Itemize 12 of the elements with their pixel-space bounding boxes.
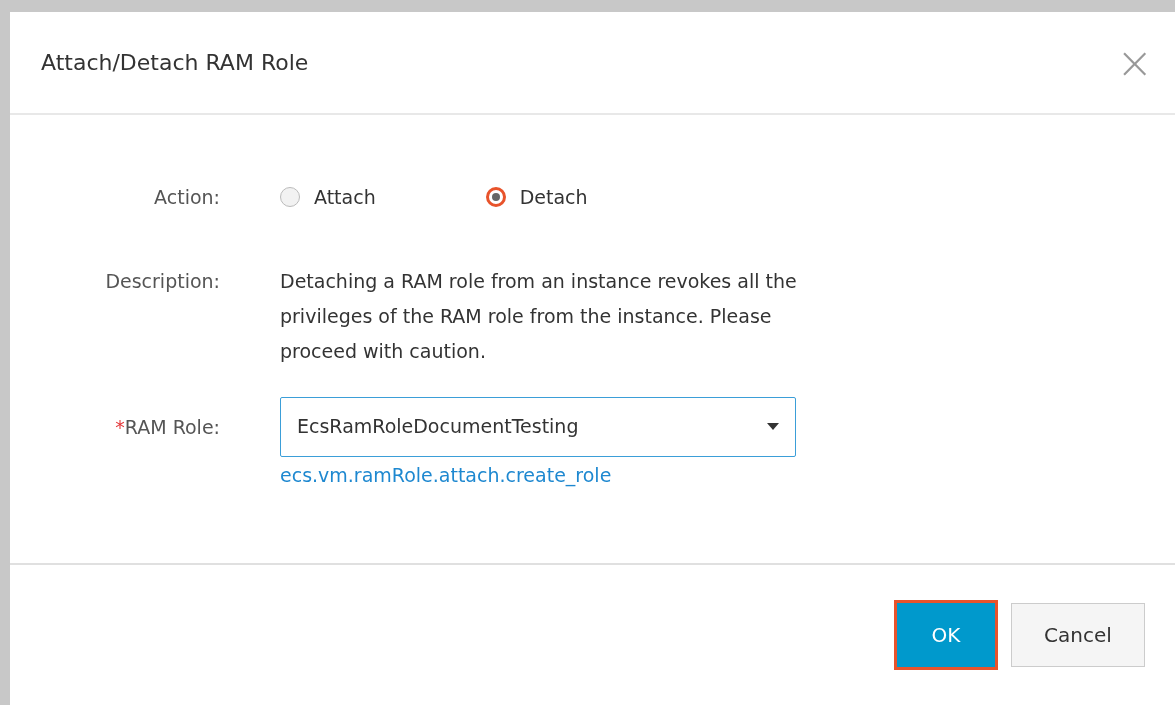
radio-option[interactable]: Attach [280, 183, 376, 212]
dialog-title: Attach/Detach RAM Role [41, 49, 309, 77]
field-label: Action: [153, 185, 221, 210]
role-select[interactable]: EcsRamRoleDocumentTesting [280, 396, 796, 457]
required-mark: * [115, 415, 125, 438]
create-role-link[interactable]: ecs.vm.ramRole.attach.create_role [280, 460, 796, 489]
field-label: Description: [104, 268, 221, 294]
field-label: RAM Role: [124, 415, 220, 438]
cancel-button[interactable]: Cancel [1011, 603, 1145, 667]
description-text: Detaching a RAM role from an instance revokes all the privileges of the RAM role from the instance. Please proceed with caution. [280, 268, 798, 364]
radio-option[interactable]: Detach [485, 183, 588, 212]
caret-icon [767, 423, 779, 430]
